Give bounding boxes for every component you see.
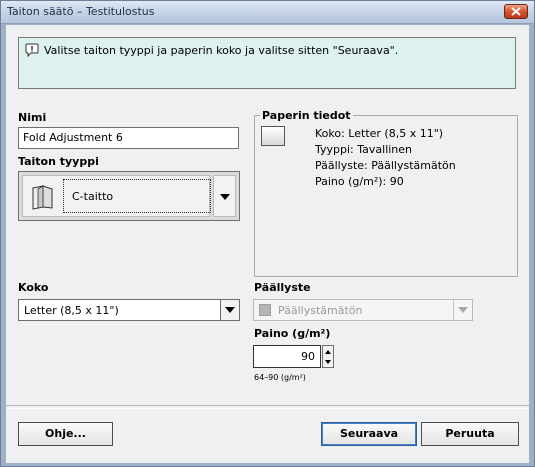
info-message: Valitse taiton tyyppi ja paperin koko ja… (44, 44, 399, 57)
weight-value: 90 (301, 350, 315, 363)
chevron-down-icon (458, 307, 468, 313)
paper-info-title: Paperin tiedot (260, 109, 353, 122)
help-button[interactable]: Ohje... (18, 422, 113, 446)
close-icon (511, 7, 521, 16)
dialog-content: Valitse taiton tyyppi ja paperin koko ja… (6, 25, 529, 463)
dialog-window: Taiton säätö – Testitulostus Valitse tai… (0, 0, 535, 467)
fold-type-dropdown-button[interactable] (213, 175, 236, 217)
coating-select[interactable]: Päällystämätön (253, 299, 473, 321)
chevron-down-icon (220, 194, 230, 200)
weight-label: Paino (g/m²) (254, 327, 331, 340)
cancel-button[interactable]: Peruuta (421, 422, 519, 446)
weight-stepper[interactable] (322, 345, 334, 368)
window-title: Taiton säätö – Testitulostus (7, 5, 155, 18)
fold-type-selection[interactable]: C-taitto (63, 179, 211, 213)
fold-type-field[interactable]: C-taitto (22, 175, 211, 217)
next-button[interactable]: Seuraava (321, 422, 417, 446)
size-label: Koko (18, 281, 49, 294)
close-button[interactable] (504, 4, 528, 19)
c-fold-icon (32, 185, 53, 210)
size-value: Letter (8,5 x 11") (24, 304, 119, 317)
weight-range: 64–90 (g/m²) (254, 373, 306, 382)
speech-bubble-icon (25, 43, 39, 57)
coating-label: Päällyste (254, 281, 311, 294)
chevron-down-icon (225, 307, 235, 313)
size-dropdown-button[interactable] (220, 300, 239, 320)
name-label: Nimi (18, 111, 47, 124)
paper-info-coating: Päällyste: Päällystämätön (315, 159, 456, 172)
coating-value: Päällystämätön (278, 304, 363, 317)
paper-info-type: Tyyppi: Tavallinen (315, 143, 413, 156)
paper-sheet-icon (261, 126, 285, 146)
paper-info-weight: Paino (g/m²): 90 (315, 175, 404, 188)
fold-type-select[interactable]: C-taitto (18, 171, 240, 221)
fold-type-value: C-taitto (72, 190, 114, 203)
paper-info-size: Koko: Letter (8,5 x 11") (315, 127, 444, 140)
stepper-up-icon[interactable] (323, 347, 333, 357)
weight-input[interactable]: 90 (253, 345, 321, 368)
size-select[interactable]: Letter (8,5 x 11") (18, 299, 240, 321)
fold-type-label: Taiton tyyppi (18, 155, 99, 168)
info-message-box: Valitse taiton tyyppi ja paperin koko ja… (18, 37, 516, 89)
title-bar[interactable]: Taiton säätö – Testitulostus (1, 1, 534, 24)
stepper-down-icon[interactable] (323, 357, 333, 367)
name-input[interactable]: Fold Adjustment 6 (18, 127, 239, 149)
divider (6, 405, 529, 409)
coating-swatch (259, 304, 271, 316)
coating-dropdown-button[interactable] (453, 300, 472, 320)
